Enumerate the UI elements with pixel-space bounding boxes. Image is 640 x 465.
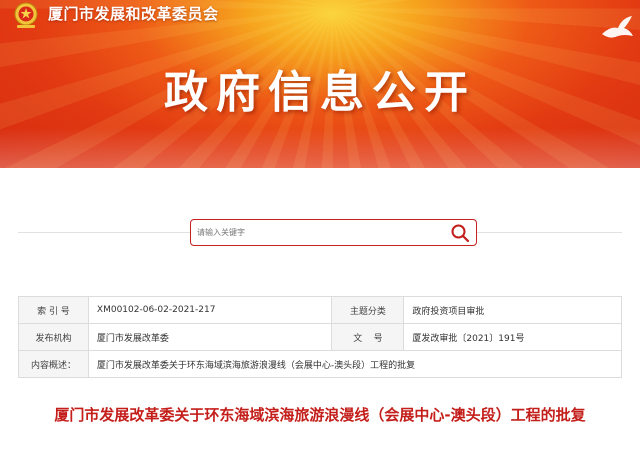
info-table: 索 引 号 XM00102-06-02-2021-217 主题分类 政府投资项目…	[18, 296, 623, 378]
summary-label: 内容概述：	[18, 350, 89, 378]
category-label: 主题分类	[331, 296, 405, 324]
publisher-label: 发布机构	[18, 323, 89, 351]
search-icon[interactable]	[450, 223, 470, 243]
table-row: 发布机构 厦门市发展改革委 文 号 厦发改审批〔2021〕191号	[18, 323, 622, 351]
summary-value: 厦门市发展改革委关于环东海域滨海旅游浪漫线（会展中心-澳头段）工程的批复	[87, 350, 623, 378]
banner-fade	[0, 128, 640, 168]
org-name[interactable]: 厦门市发展和改革委员会	[48, 3, 219, 24]
category-value: 政府投资项目审批	[403, 296, 622, 324]
index-value: XM00102-06-02-2021-217	[87, 296, 333, 324]
document-title: 厦门市发展改革委关于环东海域滨海旅游浪漫线（会展中心-澳头段）工程的批复	[54, 406, 586, 424]
index-label: 索 引 号	[18, 296, 89, 324]
page-title: 政府信息公开	[164, 67, 476, 118]
search-box	[190, 219, 477, 246]
docno-label: 文 号	[331, 323, 405, 351]
search-input[interactable]	[197, 224, 437, 241]
publisher-value: 厦门市发展改革委	[87, 323, 333, 351]
docno-value: 厦发改审批〔2021〕191号	[403, 323, 622, 351]
table-row: 索 引 号 XM00102-06-02-2021-217 主题分类 政府投资项目…	[18, 296, 622, 324]
header-banner: 厦门市发展和改革委员会 政府信息公开	[0, 0, 640, 168]
table-row: 内容概述： 厦门市发展改革委关于环东海域滨海旅游浪漫线（会展中心-澳头段）工程的…	[18, 350, 623, 378]
dove-icon	[602, 16, 633, 38]
national-emblem-icon	[14, 2, 38, 28]
